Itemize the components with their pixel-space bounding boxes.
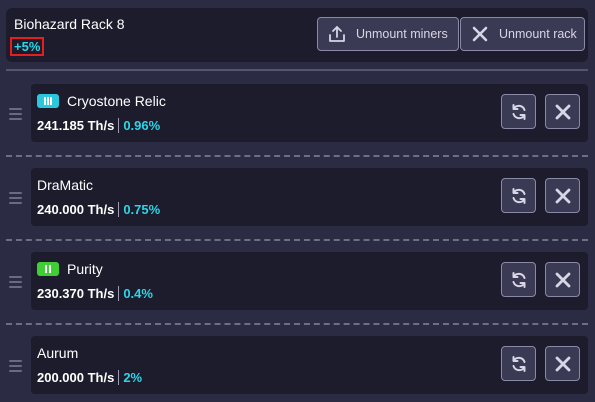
- close-icon: [555, 356, 570, 371]
- stat-separator: [118, 286, 120, 301]
- miner-percent: 0.75%: [123, 202, 161, 217]
- header-divider: [6, 69, 588, 71]
- remove-miner-button[interactable]: [545, 94, 580, 129]
- refresh-icon: [512, 271, 525, 288]
- close-icon: [555, 188, 570, 203]
- miner-percent: 0.4%: [123, 286, 153, 301]
- refresh-icon: [512, 103, 525, 120]
- miner-hashrate: 200.000 Th/s: [37, 370, 115, 385]
- unmount-rack-label: Unmount rack: [499, 27, 577, 41]
- close-icon: [470, 24, 490, 44]
- rack-bonus-badge: +5%: [10, 37, 45, 56]
- miner-hashrate: 241.185 Th/s: [37, 118, 115, 133]
- tier-badge-III-icon: [37, 94, 59, 108]
- close-icon: [555, 272, 570, 287]
- rack-title: Biohazard Rack 8: [14, 16, 125, 32]
- miner-hashrate: 240.000 Th/s: [37, 202, 115, 217]
- stat-separator: [118, 202, 120, 217]
- refresh-miner-button[interactable]: [501, 262, 536, 297]
- refresh-miner-button[interactable]: [501, 178, 536, 213]
- unmount-rack-button[interactable]: Unmount rack: [460, 17, 585, 51]
- tier-badge-II-icon: [37, 262, 59, 276]
- miner-name: Cryostone Relic: [67, 93, 166, 109]
- miner-hashrate: 230.370 Th/s: [37, 286, 115, 301]
- row-divider: [6, 155, 588, 157]
- refresh-icon: [512, 355, 525, 372]
- unmount-miners-label: Unmount miners: [356, 27, 448, 41]
- miner-name: DraMatic: [37, 177, 94, 193]
- rack-header: Biohazard Rack 8 +5% Unmount miners Unmo…: [6, 8, 588, 62]
- miner-card: Aurum 200.000 Th/s 2%: [31, 336, 588, 394]
- close-icon: [555, 104, 570, 119]
- upload-icon: [327, 24, 347, 44]
- miner-card: Purity 230.370 Th/s 0.4%: [31, 252, 588, 310]
- stat-separator: [118, 118, 120, 133]
- stat-separator: [118, 370, 120, 385]
- drag-handle-icon[interactable]: [9, 276, 22, 288]
- miner-name: Purity: [67, 261, 103, 277]
- row-divider: [6, 323, 588, 325]
- remove-miner-button[interactable]: [545, 262, 580, 297]
- refresh-miner-button[interactable]: [501, 346, 536, 381]
- miner-percent: 0.96%: [123, 118, 161, 133]
- miner-card: DraMatic 240.000 Th/s 0.75%: [31, 168, 588, 226]
- refresh-miner-button[interactable]: [501, 94, 536, 129]
- drag-handle-icon[interactable]: [9, 360, 22, 372]
- unmount-miners-button[interactable]: Unmount miners: [317, 17, 459, 51]
- remove-miner-button[interactable]: [545, 346, 580, 381]
- row-divider: [6, 239, 588, 241]
- refresh-icon: [512, 187, 525, 204]
- miner-name: Aurum: [37, 345, 79, 361]
- drag-handle-icon[interactable]: [9, 108, 22, 120]
- miner-percent: 2%: [123, 370, 143, 385]
- remove-miner-button[interactable]: [545, 178, 580, 213]
- miner-card: Cryostone Relic 241.185 Th/s 0.96%: [31, 84, 588, 142]
- drag-handle-icon[interactable]: [9, 192, 22, 204]
